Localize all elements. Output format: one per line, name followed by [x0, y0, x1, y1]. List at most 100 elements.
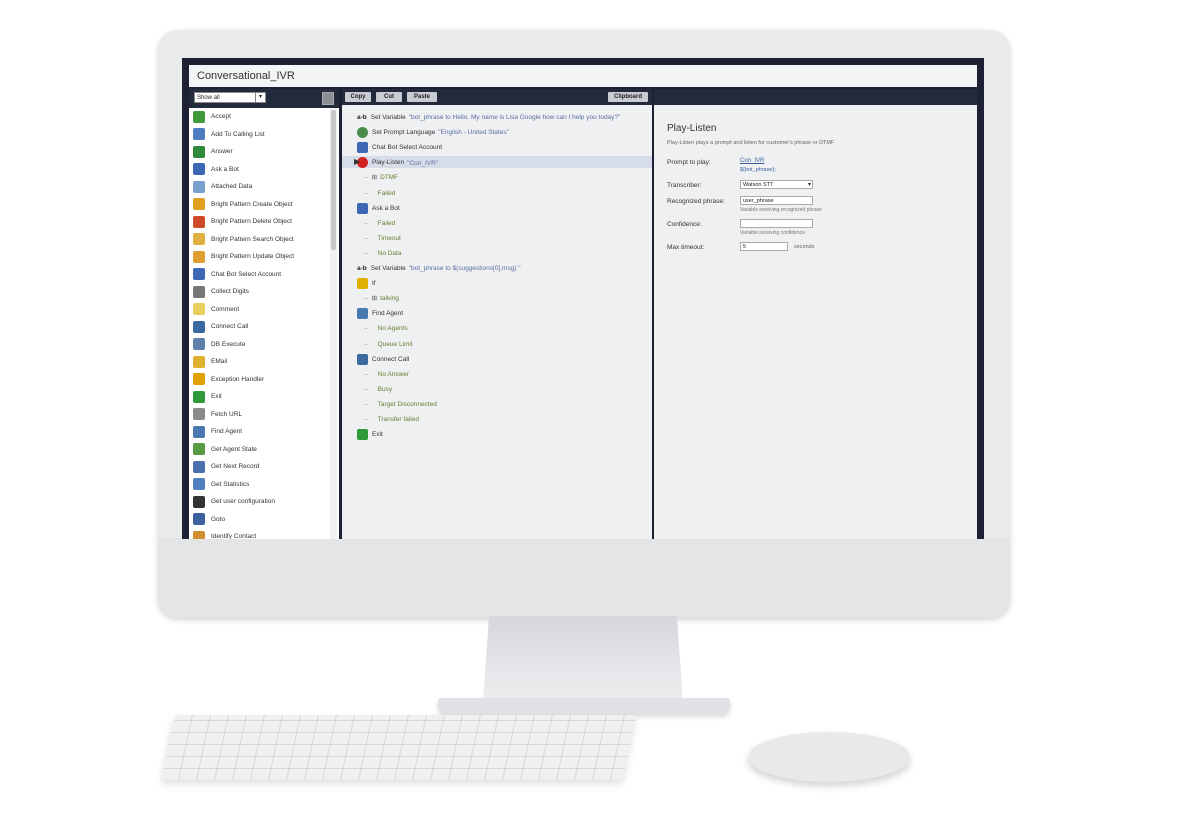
palette-item[interactable]: Attached Data [189, 178, 339, 196]
editor-toolbar: Copy Cut Paste Clipboard [342, 89, 652, 105]
palette-item[interactable]: Exception Handler [189, 371, 339, 389]
palette-item[interactable]: Ask a Bot [189, 161, 339, 179]
script-step-argument: "bot_phrase to $(suggestions[0].msg) " [408, 265, 521, 273]
email-icon [193, 355, 205, 368]
properties-description: Play-Listen plays a prompt and listen fo… [667, 140, 835, 146]
script-step-selected[interactable]: Play-Listen "Con_IVR" ▶ [354, 157, 439, 169]
palette-item[interactable]: Connect Call [189, 318, 339, 336]
script-branch[interactable]: – Timeout [364, 233, 401, 245]
palette-item[interactable]: Identify Contact [189, 528, 339, 539]
recognized-phrase-input[interactable]: user_phrase [740, 196, 813, 205]
script-branch[interactable]: – Busy [364, 384, 392, 396]
script-step-argument: "Con_IVR" [407, 159, 439, 167]
palette-item[interactable]: Get Next Record [189, 458, 339, 476]
monitor-stand [483, 616, 683, 702]
script-branch[interactable]: – No Data [364, 248, 401, 260]
script-branch-label: No Answer [377, 370, 410, 378]
script-editor: Copy Cut Paste Clipboard a-b Set Variable… [342, 89, 652, 539]
palette-item[interactable]: Bright Pattern Delete Object [189, 213, 339, 231]
script-step[interactable]: Connect Call [357, 353, 409, 366]
branch-connector-icon: – [364, 325, 368, 333]
transcriber-select[interactable]: Watson STT ▾ [740, 180, 813, 189]
palette-item[interactable]: EMail [189, 353, 339, 371]
palette-item-label: Bright Pattern Update Object [211, 253, 295, 261]
script-branch[interactable]: – Failed [364, 218, 395, 230]
window-title: Conversational_IVR [197, 70, 295, 82]
script-branch-label: Busy [377, 385, 393, 393]
bot-account-icon [193, 268, 205, 281]
palette-item[interactable]: Answer [189, 143, 339, 161]
script-branch-label: talking [380, 295, 399, 303]
copy-button[interactable]: Copy [345, 92, 371, 102]
script-branch[interactable]: – No Agents [364, 323, 408, 335]
recognized-phrase-label: Recognized phrase: [667, 198, 725, 205]
palette-item-label: Fetch URL [211, 410, 243, 418]
palette-item[interactable]: Goto [189, 511, 339, 529]
script-branch[interactable]: – Failed [364, 188, 395, 200]
script-branch[interactable]: – No Answer [364, 369, 409, 381]
palette-item[interactable]: Bright Pattern Update Object [189, 248, 339, 266]
script-branch[interactable]: – Target Disconnected [364, 399, 437, 411]
palette-item-label: Get Statistics [211, 480, 250, 488]
palette-list: Accept Add To Calling List Answer Ask a Bot… [189, 108, 339, 539]
script-step[interactable]: Exit [357, 429, 383, 441]
script-step[interactable]: Find Agent [357, 308, 403, 320]
palette-item[interactable]: Exit [189, 388, 339, 406]
palette-item[interactable]: Accept [189, 108, 339, 126]
palette-item[interactable]: Fetch URL [189, 406, 339, 424]
palette-item[interactable]: Find Agent [189, 423, 339, 441]
script-branch[interactable]: – ⊞ talking [364, 293, 399, 305]
keypad-icon [193, 285, 205, 298]
properties-header-bar [654, 89, 977, 105]
prompt-link[interactable]: Con_IVR [740, 158, 764, 164]
expand-icon[interactable]: ⊞ [372, 174, 377, 181]
create-object-icon [193, 198, 205, 211]
script-branch-label: No Data [377, 249, 402, 257]
script-step-argument: "bot_phrase to Hello. My name is Lisa Go… [408, 114, 621, 122]
traffic-light-icon [357, 278, 368, 290]
palette-item-label: Get user configuration [211, 498, 275, 506]
script-branch-label: DTMF [380, 174, 399, 182]
properties-title: Play-Listen [667, 123, 717, 134]
palette-filter-select[interactable]: Show all ▾ [194, 92, 266, 103]
calling-list-icon [193, 128, 205, 141]
palette-item[interactable]: Get user configuration [189, 493, 339, 511]
palette-item[interactable]: DB Execute [189, 336, 339, 354]
clipboard-button[interactable]: Clipboard [608, 92, 648, 102]
script-step[interactable]: a-b Set Variable "bot_phrase to Hello. My … [357, 112, 620, 124]
script-branch-label: Failed [377, 189, 396, 197]
palette-item[interactable]: Collect Digits [189, 283, 339, 301]
palette-item[interactable]: Comment [189, 301, 339, 319]
palette-scroll-thumb[interactable] [331, 110, 336, 250]
script-branch[interactable]: – Queue Limit [364, 339, 413, 351]
script-step[interactable]: If [357, 278, 376, 290]
branch-connector-icon: – [364, 295, 368, 303]
palette-item-label: Get Next Record [211, 463, 260, 471]
paste-button[interactable]: Paste [407, 92, 437, 102]
script-branch[interactable]: – Transfer failed [364, 414, 419, 426]
transcriber-label: Transcriber: [667, 182, 702, 189]
palette-collapse-button[interactable] [322, 92, 334, 105]
palette-item[interactable]: Add To Calling List [189, 126, 339, 144]
script-step[interactable]: Chat Bot Select Account [357, 142, 442, 154]
confidence-input[interactable] [740, 219, 813, 228]
branch-connector-icon: – [364, 385, 368, 393]
palette-item[interactable]: Get Agent State [189, 441, 339, 459]
palette-item-label: Connect Call [211, 323, 249, 331]
script-step[interactable]: Ask a Bot [357, 202, 400, 215]
palette-item[interactable]: Chat Bot Select Account [189, 266, 339, 284]
cut-button[interactable]: Cut [376, 92, 402, 102]
palette-item[interactable]: Get Statistics [189, 476, 339, 494]
max-timeout-input[interactable]: 5 [740, 242, 788, 251]
script-step[interactable]: Set Prompt Language "English - United Sta… [357, 127, 509, 139]
branch-connector-icon: – [364, 234, 368, 242]
statistics-icon [193, 478, 205, 491]
script-branch[interactable]: – ⊞ DTMF [364, 172, 398, 184]
expand-icon[interactable]: ⊞ [372, 295, 377, 302]
palette-item[interactable]: Bright Pattern Search Object [189, 231, 339, 249]
palette-item[interactable]: Bright Pattern Create Object [189, 196, 339, 214]
answer-icon [193, 145, 205, 158]
script-step[interactable]: a-b Set Variable "bot_phrase to $(suggesti… [357, 263, 521, 275]
palette-scrollbar[interactable] [330, 108, 337, 539]
screen: Conversational_IVR Show all ▾ Accept Add … [182, 58, 984, 539]
